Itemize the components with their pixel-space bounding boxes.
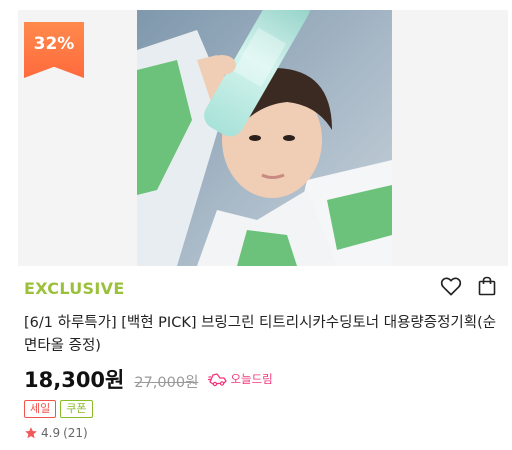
- shopping-bag-icon: [478, 276, 496, 296]
- delivery-truck-icon: [208, 373, 228, 387]
- price-row: 18,300원 27,000원 오늘드림: [24, 364, 273, 394]
- product-card[interactable]: 32% EXCLUSIVE [6/1 하루특가] [백현 PICK] 브링그린 …: [0, 0, 512, 450]
- product-photo-illustration: [137, 10, 392, 266]
- discount-badge: 32%: [24, 22, 84, 78]
- exclusive-label: EXCLUSIVE: [24, 279, 125, 298]
- product-title[interactable]: [6/1 하루특가] [백현 PICK] 브링그린 티트리시카수딩토너 대용량증…: [24, 312, 504, 358]
- rating-score: 4.9: [41, 426, 61, 440]
- cart-button[interactable]: [476, 275, 498, 297]
- sale-tag: 세일: [24, 400, 57, 418]
- product-photo[interactable]: [137, 10, 392, 266]
- coupon-tag: 쿠폰: [60, 400, 93, 418]
- rating: 4.9 (21): [24, 426, 88, 440]
- wishlist-button[interactable]: [440, 275, 462, 297]
- today-delivery-badge: 오늘드림: [208, 371, 273, 387]
- original-price: 27,000원: [134, 375, 199, 391]
- star-icon: [25, 427, 37, 439]
- promo-tags: 세일 쿠폰: [24, 400, 93, 418]
- product-actions: [440, 275, 498, 297]
- product-image-area[interactable]: 32%: [18, 10, 508, 266]
- sale-price: 18,300원: [24, 368, 125, 392]
- discount-badge-text: 32%: [33, 34, 75, 54]
- review-count: (21): [63, 426, 88, 440]
- delivery-label: 오늘드림: [230, 372, 273, 386]
- heart-icon: [440, 277, 462, 296]
